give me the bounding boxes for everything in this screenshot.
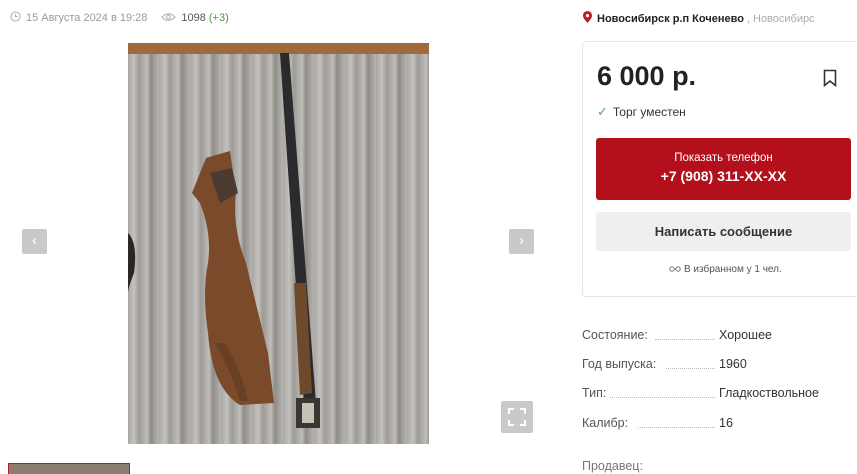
spec-key: Тип: [582, 386, 607, 400]
show-phone-label: Показать телефон [674, 152, 773, 164]
spec-key: Калибр: [582, 416, 629, 430]
expand-icon [508, 408, 526, 426]
phone-number: +7 (908) 311-XX-XX [660, 168, 787, 184]
location-pin-icon [583, 11, 592, 26]
spec-leader [638, 427, 715, 428]
listing-meta: 15 Августа 2024 в 19:28 1098 (+3) [10, 11, 229, 25]
next-photo-button[interactable]: › [509, 229, 534, 254]
fullscreen-button[interactable] [501, 401, 533, 433]
spec-value: 1960 [719, 357, 747, 371]
location[interactable]: Новосибирск р.п Коченево , Новосибирс [583, 11, 815, 26]
spec-row-type: Тип: Гладкоствольное [582, 386, 852, 402]
spec-leader [610, 397, 715, 398]
bookmark-icon[interactable] [823, 69, 837, 92]
spec-key: Состояние: [582, 328, 648, 342]
eye-icon [161, 12, 177, 25]
seller-label: Продавец: [582, 459, 643, 473]
view-count: 1098 [181, 12, 206, 24]
location-city: Новосибирск р.п Коченево [597, 12, 744, 25]
bargain-label: Торг уместен [612, 105, 686, 119]
spec-value: Хорошее [719, 328, 772, 342]
main-photo[interactable] [128, 43, 429, 444]
view-count-delta: (+3) [208, 12, 229, 24]
spec-leader [666, 368, 715, 369]
send-message-button[interactable]: Написать сообщение [596, 212, 851, 251]
location-separator: , [746, 12, 750, 25]
contact-card: 6 000 р. ✓ Торг уместен Показать телефон… [582, 41, 857, 297]
location-region: Новосибирс [753, 12, 815, 25]
show-phone-button[interactable]: Показать телефон +7 (908) 311-XX-XX [596, 138, 851, 200]
glasses-icon [669, 264, 684, 275]
spec-row-caliber: Калибр: 16 [582, 416, 852, 432]
favorites-label: В избранном у 1 чел. [683, 264, 782, 275]
spec-value: Гладкоствольное [719, 386, 819, 400]
spec-value: 16 [719, 416, 733, 430]
prev-photo-button[interactable]: ‹ [22, 229, 47, 254]
photo-thumbnail[interactable] [8, 463, 130, 474]
shotgun-image [128, 53, 320, 428]
price: 6 000 р. [597, 61, 697, 91]
favorites-count: В избранном у 1 чел. [583, 264, 857, 275]
check-icon: ✓ [597, 104, 608, 119]
spec-row-year: Год выпуска: 1960 [582, 357, 852, 373]
publish-date: 15 Августа 2024 в 19:28 [26, 12, 148, 24]
bargain-status: ✓ Торг уместен [597, 104, 686, 120]
spec-key: Год выпуска: [582, 357, 657, 371]
spec-leader [655, 339, 715, 340]
spec-row-condition: Состояние: Хорошее [582, 328, 852, 344]
clock-icon [10, 11, 21, 25]
